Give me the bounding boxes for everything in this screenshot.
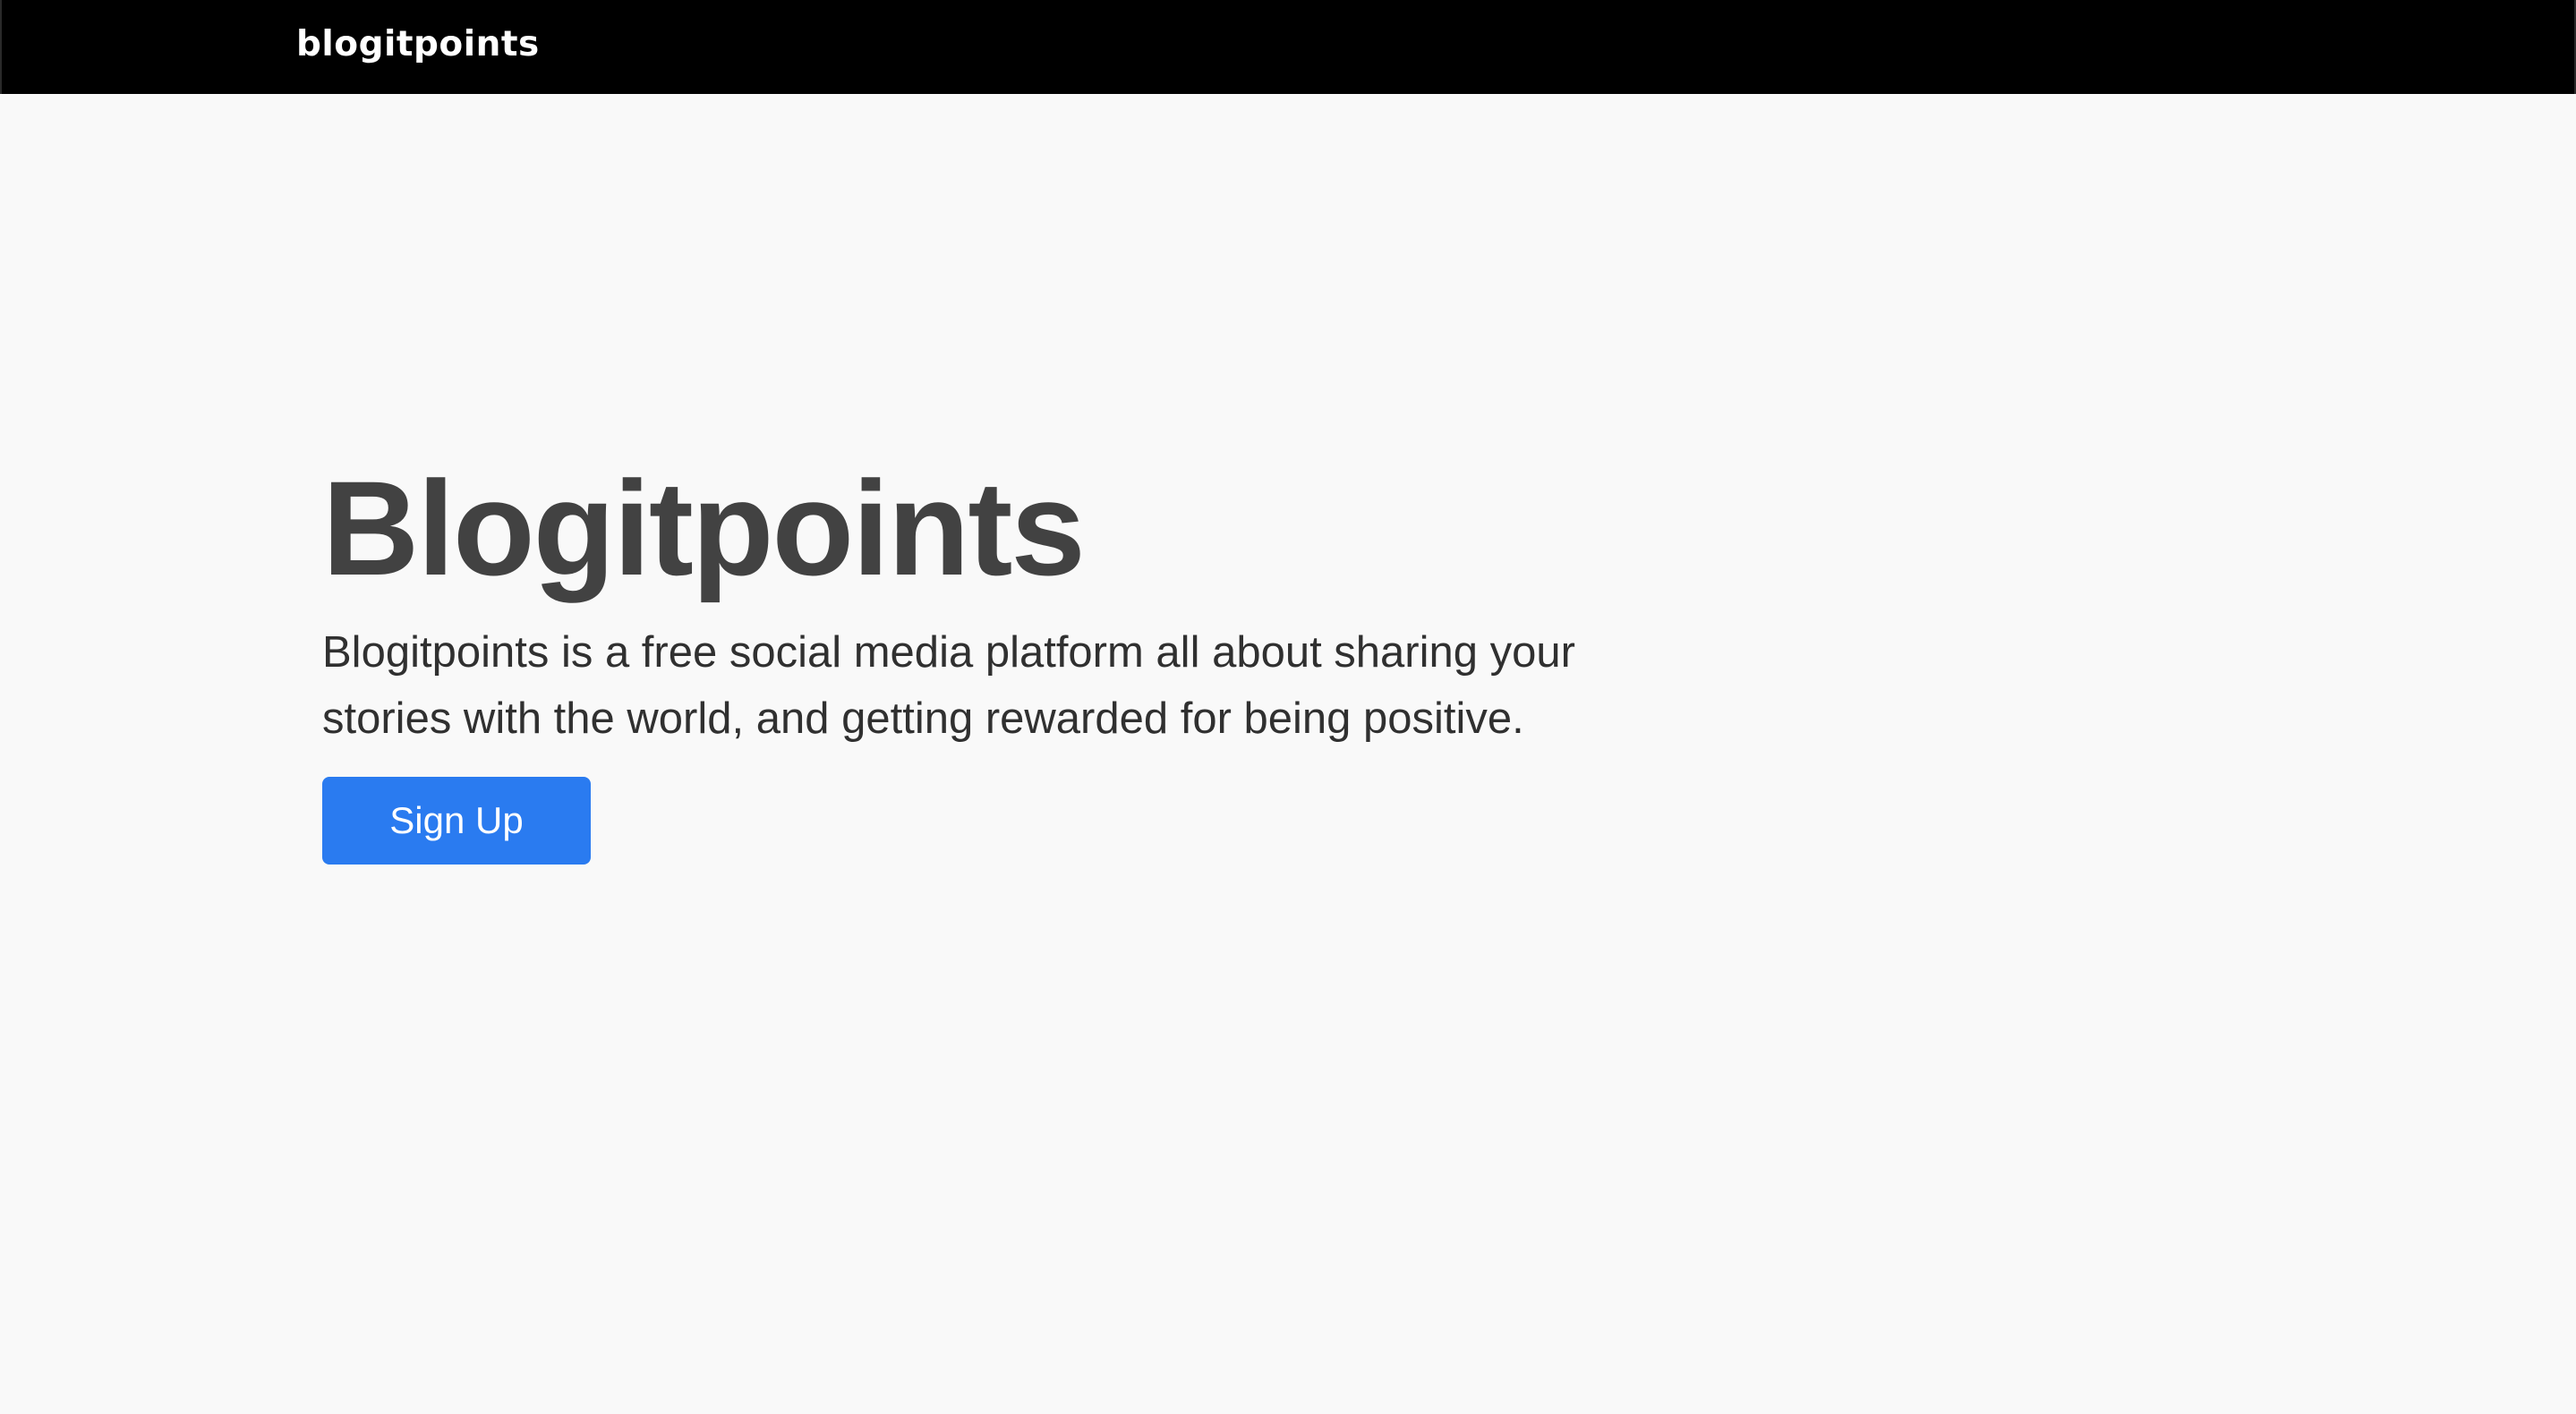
brand-logo-link[interactable]: blogitpoints <box>296 20 540 70</box>
hero-section: Blogitpoints Blogitpoints is a free soci… <box>322 447 1665 752</box>
hero-title: Blogitpoints <box>322 453 1086 603</box>
top-navbar: blogitpoints <box>0 0 2576 94</box>
hero-description: Blogitpoints is a free social media plat… <box>322 628 1575 743</box>
signup-button[interactable]: Sign Up <box>322 777 591 865</box>
